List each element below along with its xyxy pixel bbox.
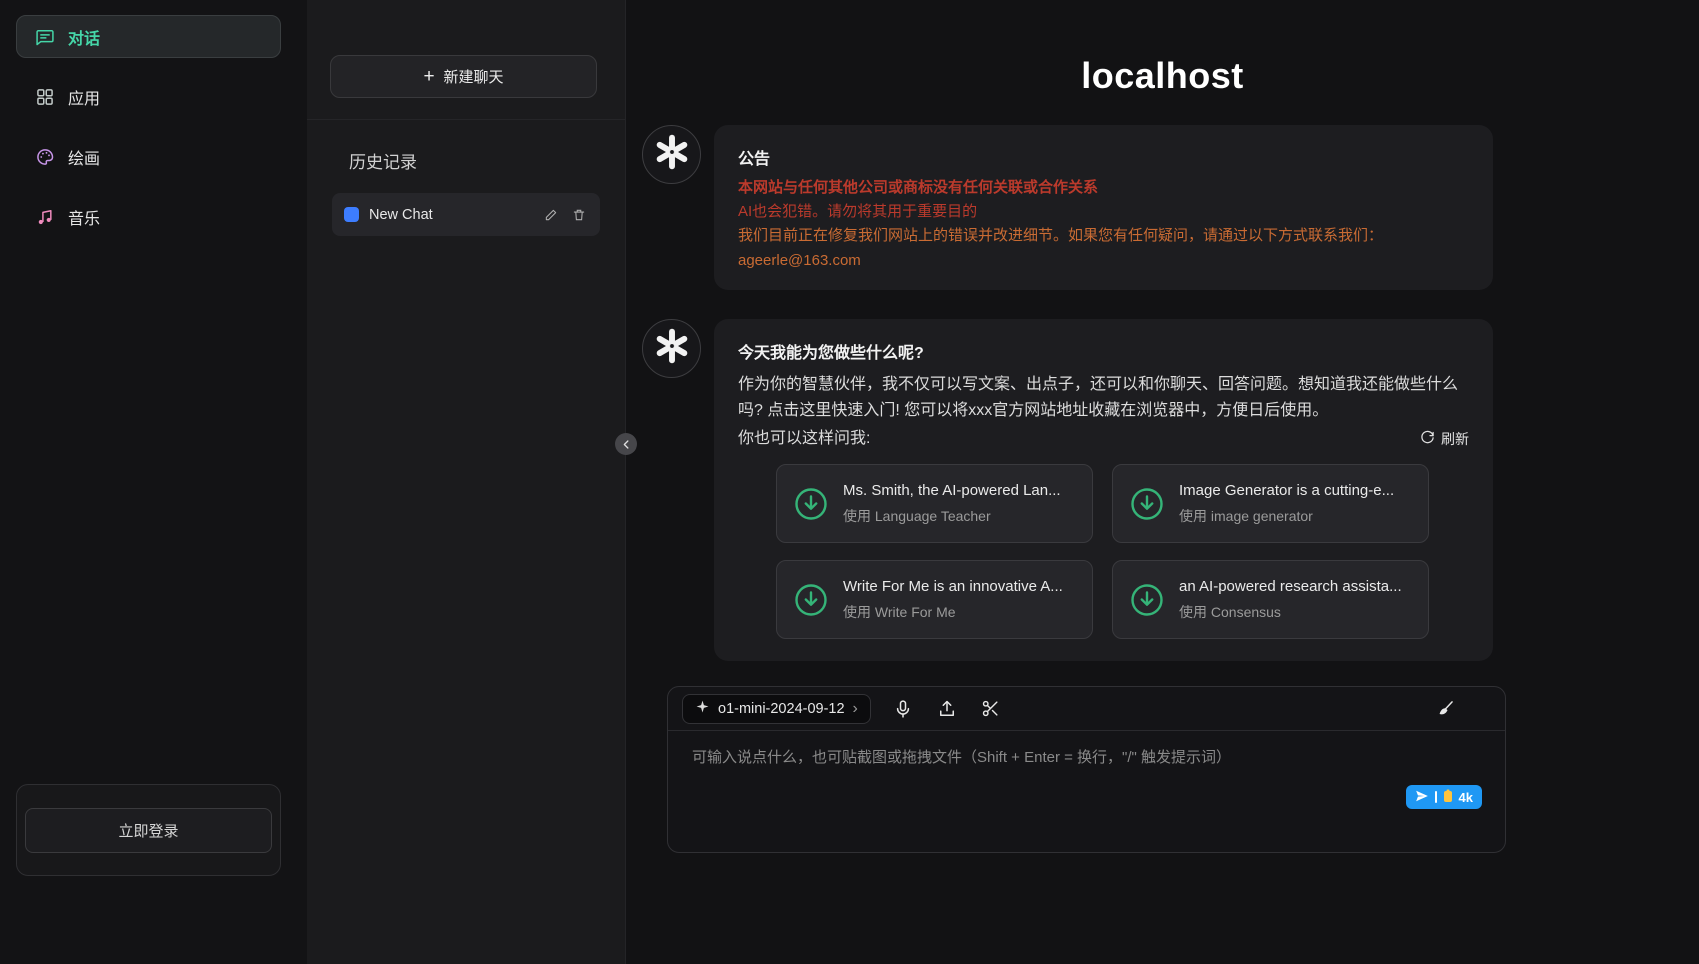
send-plane-icon: [1415, 789, 1429, 806]
welcome-title: 今天我能为您做些什么呢?: [738, 339, 1469, 363]
announcement-bubble: 公告 本网站与任何其他公司或商标没有任何关联或合作关系 AI也会犯错。请勿将其用…: [714, 125, 1493, 290]
app-window: 对话 应用 绘画 音乐 立即登录: [0, 0, 1699, 964]
suggestion-subtitle: 使用 Language Teacher: [843, 506, 1061, 526]
microphone-button[interactable]: [891, 697, 915, 721]
new-chat-label: 新建聊天: [444, 66, 504, 87]
refresh-icon: [1420, 430, 1435, 448]
chat-list-panel: + 新建聊天 历史记录 New Chat: [307, 0, 625, 964]
new-chat-button[interactable]: + 新建聊天: [330, 55, 597, 98]
refresh-label: 刷新: [1441, 429, 1469, 449]
sidebar-item-drawing[interactable]: 绘画: [16, 135, 281, 178]
sidebar-item-label: 音乐: [68, 205, 100, 229]
suggestion-text: Ms. Smith, the AI-powered Lan... 使用 Lang…: [843, 482, 1061, 526]
suggestion-card[interactable]: Write For Me is an innovative A... 使用 Wr…: [776, 560, 1093, 639]
chevron-right-icon: ›: [853, 701, 858, 717]
download-arrow-icon: [793, 486, 829, 522]
message-welcome: 今天我能为您做些什么呢? 作为你的智慧伙伴，我不仅可以写文案、出点子，还可以和你…: [642, 319, 1493, 661]
suggestion-grid: Ms. Smith, the AI-powered Lan... 使用 Lang…: [776, 464, 1429, 639]
assistant-avatar: [642, 125, 701, 184]
suggestion-text: Write For Me is an innovative A... 使用 Wr…: [843, 578, 1063, 622]
announcement-line: 我们目前正在修复我们网站上的错误并改进细节。如果您有任何疑问，请通过以下方式联系…: [738, 225, 1469, 246]
collapse-sidebar-button[interactable]: [615, 433, 637, 455]
suggestion-text: Image Generator is a cutting-e... 使用 ima…: [1179, 482, 1394, 526]
scissors-button[interactable]: [979, 697, 1002, 720]
clear-context-button[interactable]: [1433, 697, 1457, 721]
chat-history-item[interactable]: New Chat: [332, 193, 600, 236]
announcement-title: 公告: [738, 145, 1469, 169]
badge-divider: [1435, 791, 1437, 803]
ask-hint: 你也可以这样问我:: [738, 426, 870, 452]
download-arrow-icon: [1129, 582, 1165, 618]
suggestion-title: an AI-powered research assista...: [1179, 578, 1402, 595]
suggestion-title: Image Generator is a cutting-e...: [1179, 482, 1394, 499]
refresh-suggestions-button[interactable]: 刷新: [1420, 429, 1469, 449]
welcome-body: 作为你的智慧伙伴，我不仅可以写文案、出点子，还可以和你聊天、回答问题。想知道我还…: [738, 372, 1469, 424]
download-arrow-icon: [1129, 486, 1165, 522]
chat-input[interactable]: [668, 732, 1505, 852]
page-title: localhost: [626, 55, 1699, 97]
message-list: 公告 本网站与任何其他公司或商标没有任何关联或合作关系 AI也会犯错。请勿将其用…: [642, 125, 1493, 690]
composer: o1-mini-2024-09-12 ›: [667, 686, 1506, 853]
announcement-line: 本网站与任何其他公司或商标没有任何关联或合作关系: [738, 177, 1469, 198]
sidebar-item-label: 对话: [68, 25, 100, 49]
sidebar-item-label: 应用: [68, 85, 100, 109]
apps-grid-icon: [35, 87, 55, 107]
suggestion-subtitle: 使用 Write For Me: [843, 602, 1063, 622]
chat-item-title: New Chat: [369, 207, 532, 223]
sparkle-icon: [695, 699, 710, 718]
suggestion-subtitle: 使用 image generator: [1179, 506, 1394, 526]
model-label: o1-mini-2024-09-12: [718, 701, 845, 717]
composer-toolbar: o1-mini-2024-09-12 ›: [668, 687, 1505, 731]
sidebar: 对话 应用 绘画 音乐 立即登录: [0, 0, 307, 964]
welcome-bubble: 今天我能为您做些什么呢? 作为你的智慧伙伴，我不仅可以写文案、出点子，还可以和你…: [714, 319, 1493, 661]
suggestion-card[interactable]: an AI-powered research assista... 使用 Con…: [1112, 560, 1429, 639]
music-note-icon: [35, 207, 55, 227]
login-card: 立即登录: [16, 784, 281, 876]
download-arrow-icon: [793, 582, 829, 618]
chat-color-swatch: [344, 207, 359, 222]
upload-button[interactable]: [935, 697, 959, 721]
main-panel: localhost 公告 本网站与任何其他公司或商标没有任何关联或合作关系 AI…: [625, 0, 1699, 964]
edit-icon[interactable]: [542, 206, 560, 224]
token-battery-icon: [1443, 789, 1453, 806]
sidebar-item-label: 绘画: [68, 145, 100, 169]
announcement-line: AI也会犯错。请勿将其用于重要目的: [738, 201, 1469, 222]
assistant-avatar: [642, 319, 701, 378]
suggestion-card[interactable]: Ms. Smith, the AI-powered Lan... 使用 Lang…: [776, 464, 1093, 543]
sidebar-nav: 对话 应用 绘画 音乐: [16, 15, 281, 238]
history-heading: 历史记录: [349, 148, 417, 173]
chat-bubble-icon: [35, 27, 55, 47]
delete-icon[interactable]: [570, 206, 588, 224]
hint-row: 你也可以这样问我: 刷新: [738, 426, 1469, 452]
plus-icon: +: [423, 67, 434, 86]
token-count-label: 4k: [1459, 790, 1473, 805]
sidebar-item-music[interactable]: 音乐: [16, 195, 281, 238]
send-token-badge[interactable]: 4k: [1406, 785, 1482, 809]
openai-logo-icon: [653, 327, 691, 370]
login-button[interactable]: 立即登录: [25, 808, 272, 853]
message-announcement: 公告 本网站与任何其他公司或商标没有任何关联或合作关系 AI也会犯错。请勿将其用…: [642, 125, 1493, 290]
suggestion-subtitle: 使用 Consensus: [1179, 602, 1402, 622]
suggestion-title: Ms. Smith, the AI-powered Lan...: [843, 482, 1061, 499]
model-selector[interactable]: o1-mini-2024-09-12 ›: [682, 694, 871, 724]
palette-icon: [35, 147, 55, 167]
suggestion-card[interactable]: Image Generator is a cutting-e... 使用 ima…: [1112, 464, 1429, 543]
suggestion-text: an AI-powered research assista... 使用 Con…: [1179, 578, 1402, 622]
chat-list-divider: [307, 119, 625, 120]
sidebar-item-apps[interactable]: 应用: [16, 75, 281, 118]
contact-email-link[interactable]: ageerle@163.com: [738, 252, 861, 269]
composer-body: 4k: [668, 732, 1505, 852]
suggestion-title: Write For Me is an innovative A...: [843, 578, 1063, 595]
sidebar-item-chat[interactable]: 对话: [16, 15, 281, 58]
openai-logo-icon: [653, 133, 691, 176]
